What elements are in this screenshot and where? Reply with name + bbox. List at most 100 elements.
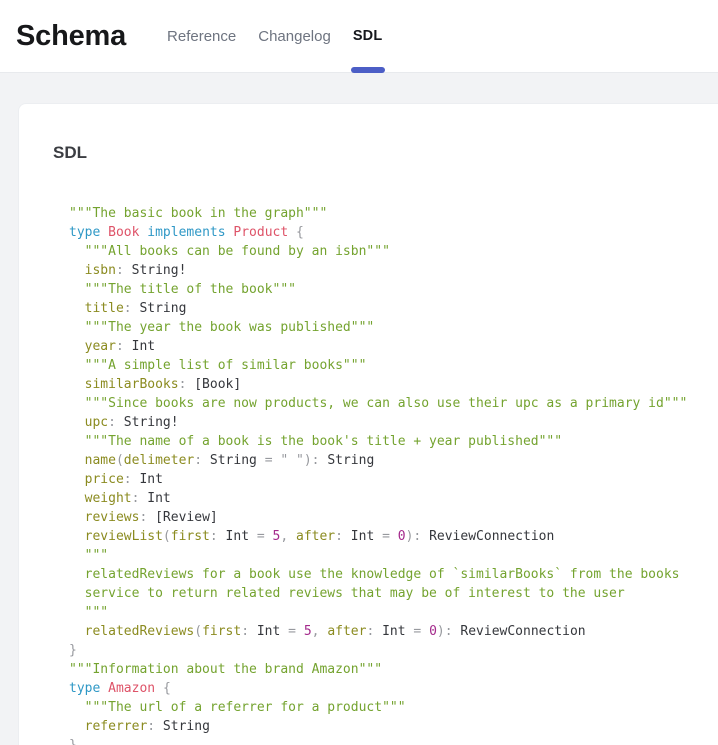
code-token: delimeter: [124, 453, 194, 468]
code-token: Int: [218, 529, 257, 544]
code-token: type: [69, 681, 100, 696]
page-header: Schema ReferenceChangelogSDL: [0, 0, 718, 73]
code-line: price: Int: [69, 470, 718, 489]
code-token: String: [320, 453, 375, 468]
code-line: """A simple list of similar books""": [69, 356, 718, 375]
code-token: {: [296, 225, 304, 240]
code-token: :: [124, 472, 132, 487]
code-line: """The basic book in the graph""": [69, 204, 718, 223]
code-token: relatedReviews for a book use the knowle…: [69, 567, 679, 582]
code-line: """The url of a referrer for a product""…: [69, 698, 718, 717]
code-token: [288, 225, 296, 240]
sdl-code-block[interactable]: """The basic book in the graph"""type Bo…: [69, 204, 718, 745]
code-token: price: [69, 472, 124, 487]
code-line: weight: Int: [69, 489, 718, 508]
code-token: String: [132, 301, 187, 316]
code-token: Int: [249, 624, 288, 639]
code-token: after: [327, 624, 366, 639]
tab-sdl[interactable]: SDL: [342, 0, 394, 72]
code-token: ):: [406, 529, 422, 544]
code-token: similarBooks: [69, 377, 179, 392]
code-token: [100, 681, 108, 696]
code-token: upc: [69, 415, 108, 430]
code-line: """The year the book was published""": [69, 318, 718, 337]
code-token: """Since books are now products, we can …: [69, 396, 687, 411]
code-token: [155, 681, 163, 696]
code-token: String: [155, 719, 210, 734]
code-token: """The url of a referrer for a product""…: [69, 700, 406, 715]
code-token: """The year the book was published""": [69, 320, 374, 335]
code-token: """The title of the book""": [69, 282, 296, 297]
code-token: name: [69, 453, 116, 468]
code-token: ):: [304, 453, 320, 468]
code-token: (: [194, 624, 202, 639]
code-token: [100, 225, 108, 240]
code-token: first: [202, 624, 241, 639]
code-token: year: [69, 339, 116, 354]
page-title: Schema: [16, 20, 126, 53]
code-line: isbn: String!: [69, 261, 718, 280]
code-token: [Review]: [147, 510, 217, 525]
code-token: """: [69, 605, 108, 620]
code-token: (: [163, 529, 171, 544]
code-line: upc: String!: [69, 413, 718, 432]
tab-reference[interactable]: Reference: [156, 0, 247, 72]
code-token: title: [69, 301, 124, 316]
code-token: =: [382, 529, 398, 544]
code-token: type: [69, 225, 100, 240]
code-line: type Amazon {: [69, 679, 718, 698]
code-token: :: [194, 453, 202, 468]
code-token: :: [124, 301, 132, 316]
code-token: Int: [132, 472, 163, 487]
code-token: =: [413, 624, 429, 639]
code-line: """The title of the book""": [69, 280, 718, 299]
code-line: reviewList(first: Int = 5, after: Int = …: [69, 527, 718, 546]
code-line: """Since books are now products, we can …: [69, 394, 718, 413]
code-token: }: [69, 738, 77, 745]
code-line: """All books can be found by an isbn""": [69, 242, 718, 261]
code-token: """A simple list of similar books""": [69, 358, 366, 373]
code-token: Int: [374, 624, 413, 639]
code-token: :: [116, 263, 124, 278]
sdl-heading: SDL: [53, 142, 718, 164]
code-line: year: Int: [69, 337, 718, 356]
code-token: String!: [124, 263, 187, 278]
code-token: Int: [124, 339, 155, 354]
code-line: similarBooks: [Book]: [69, 375, 718, 394]
code-line: relatedReviews(first: Int = 5, after: In…: [69, 622, 718, 641]
code-token: after: [296, 529, 335, 544]
code-token: reviews: [69, 510, 139, 525]
content-area: SDL """The basic book in the graph"""typ…: [0, 73, 718, 745]
code-token: [Book]: [186, 377, 241, 392]
code-token: }: [69, 643, 77, 658]
code-token: """Information about the brand Amazon""": [69, 662, 382, 677]
code-token: relatedReviews: [69, 624, 194, 639]
code-token: Int: [343, 529, 382, 544]
code-token: 0: [398, 529, 406, 544]
code-line: referrer: String: [69, 717, 718, 736]
code-token: ReviewConnection: [421, 529, 554, 544]
code-token: = " ": [265, 453, 304, 468]
code-token: Book: [108, 225, 139, 240]
code-token: isbn: [69, 263, 116, 278]
code-token: :: [241, 624, 249, 639]
code-token: """The name of a book is the book's titl…: [69, 434, 562, 449]
code-token: :: [210, 529, 218, 544]
code-token: String: [202, 453, 265, 468]
code-token: ,: [280, 529, 296, 544]
code-token: =: [257, 529, 273, 544]
tab-changelog[interactable]: Changelog: [247, 0, 342, 72]
code-token: String!: [116, 415, 179, 430]
code-token: {: [163, 681, 171, 696]
code-token: 0: [429, 624, 437, 639]
code-token: =: [288, 624, 304, 639]
code-token: first: [171, 529, 210, 544]
code-token: reviewList: [69, 529, 163, 544]
code-token: """: [69, 548, 108, 563]
tab-bar: ReferenceChangelogSDL: [156, 0, 393, 72]
code-token: :: [335, 529, 343, 544]
code-token: :: [116, 339, 124, 354]
code-line: service to return related reviews that m…: [69, 584, 718, 603]
code-line: type Book implements Product {: [69, 223, 718, 242]
code-token: """All books can be found by an isbn""": [69, 244, 390, 259]
